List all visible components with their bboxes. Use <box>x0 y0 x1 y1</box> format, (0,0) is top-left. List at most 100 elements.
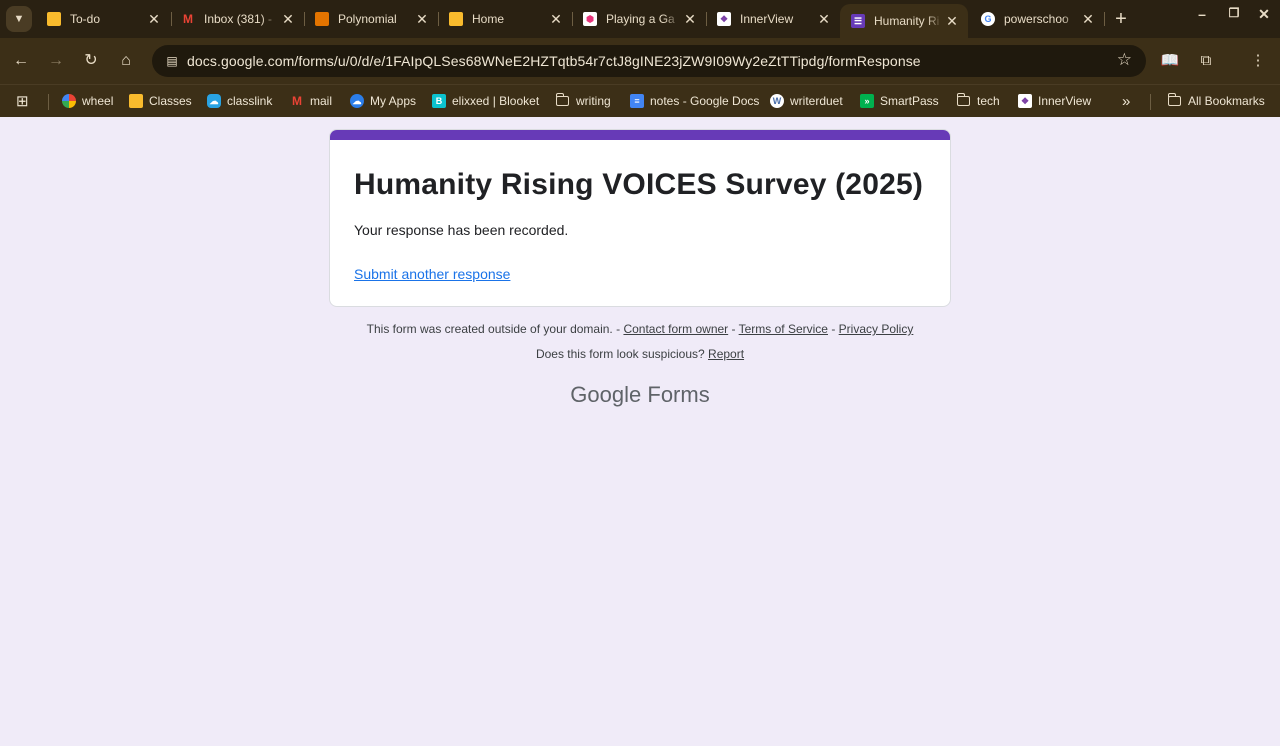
reading-mode-icon[interactable]: 📖 <box>1159 50 1181 72</box>
bookmark-wheel[interactable]: wheel <box>62 91 113 111</box>
bookmark-innerview[interactable]: ❖ InnerView <box>1018 91 1091 111</box>
bookmark-star-icon[interactable]: ☆ <box>1117 50 1132 70</box>
bookmark-blooket[interactable]: B elixxed | Blooket <box>432 91 539 111</box>
extensions-puzzle-icon[interactable]: ⧉ <box>1195 50 1217 72</box>
close-icon[interactable]: ✕ <box>278 11 298 28</box>
my-apps-icon: ☁ <box>350 94 364 108</box>
classlink-icon: ☁ <box>207 94 221 108</box>
all-bookmarks-label: All Bookmarks <box>1188 94 1265 108</box>
close-icon[interactable]: ✕ <box>814 11 834 28</box>
reload-icon[interactable]: ↻ <box>80 50 102 72</box>
created-outside-text: This form was created outside of your do… <box>366 322 613 336</box>
minimize-icon[interactable]: – <box>1190 6 1214 22</box>
form-title: Humanity Rising VOICES Survey (2025) <box>354 168 924 201</box>
bookmark-label: InnerView <box>1038 94 1092 108</box>
tab-title: To-do <box>70 12 101 26</box>
bookmark-writerduet[interactable]: W writerduet <box>770 91 843 111</box>
close-icon[interactable]: ✕ <box>942 13 962 30</box>
google-classroom-icon <box>449 12 463 26</box>
bookmark-label: writerduet <box>790 94 843 108</box>
terms-of-service-link[interactable]: Terms of Service <box>739 322 828 336</box>
site-info-icon[interactable]: ▤ <box>162 51 182 71</box>
footer-report: Does this form look suspicious? Report <box>0 347 1280 361</box>
back-arrow-icon[interactable]: ← <box>10 50 32 72</box>
browser-toolbar: ← → ↻ ⌂ ▤ docs.google.com/forms/u/0/d/e/… <box>0 38 1280 84</box>
google-forms-logo[interactable]: Google Forms <box>0 382 1280 408</box>
bookmark-label: classlink <box>227 94 273 108</box>
tab-powerschool[interactable]: G powerschoo ✕ <box>970 4 1104 34</box>
brand-forms: Forms <box>647 382 710 407</box>
contact-owner-link[interactable]: Contact form owner <box>623 322 728 336</box>
folder-icon <box>956 93 970 106</box>
window-close-icon[interactable]: ✕ <box>1252 6 1276 23</box>
menu-kebab-icon[interactable]: ⋮ <box>1247 50 1269 72</box>
privacy-policy-link[interactable]: Privacy Policy <box>839 322 914 336</box>
footer-domain-notice: This form was created outside of your do… <box>366 322 914 336</box>
bookmark-label: My Apps <box>370 94 417 108</box>
tab-separator <box>1104 12 1105 26</box>
bookmark-label: mail <box>310 94 333 108</box>
folder-icon <box>1167 93 1181 106</box>
close-icon[interactable]: ✕ <box>546 11 566 28</box>
tab-to-do[interactable]: To-do ✕ <box>36 4 170 34</box>
innerview-icon: ❖ <box>1018 94 1032 108</box>
submit-another-response-link[interactable]: Submit another response <box>354 266 510 282</box>
tab-title: powerschoo <box>1004 12 1069 26</box>
close-icon[interactable]: ✕ <box>680 11 700 28</box>
bookmark-folder-writing[interactable]: writing <box>555 91 611 111</box>
smartpass-icon: » <box>860 94 874 108</box>
google-icon: G <box>981 12 995 26</box>
tab-playing-a-game[interactable]: ⬢ Playing a Ga ✕ <box>572 4 706 34</box>
suspicious-text: Does this form look suspicious? <box>535 347 705 361</box>
close-icon[interactable]: ✕ <box>1078 11 1098 28</box>
writerduet-icon: W <box>770 94 784 108</box>
chevron-down-icon: ▼ <box>13 13 25 25</box>
bookmark-label: writing <box>576 94 611 108</box>
tab-humanity-rising[interactable]: ☰ Humanity Ri ✕ <box>840 4 968 38</box>
forward-arrow-icon[interactable]: → <box>45 50 67 72</box>
bookmark-notes[interactable]: ≡ notes - Google Docs <box>630 91 759 111</box>
tab-home[interactable]: Home ✕ <box>438 4 572 34</box>
wheel-icon <box>62 94 76 108</box>
bookmark-folder-tech[interactable]: tech <box>956 91 1000 111</box>
close-icon[interactable]: ✕ <box>412 11 432 28</box>
tab-polynomial[interactable]: Polynomial ✕ <box>304 4 438 34</box>
address-bar[interactable]: ▤ docs.google.com/forms/u/0/d/e/1FAIpQLS… <box>152 45 1146 77</box>
chevron-double-right-icon[interactable]: » <box>1122 91 1130 111</box>
close-icon[interactable]: ✕ <box>144 11 164 28</box>
slides-icon <box>315 12 329 26</box>
all-bookmarks-button[interactable]: All Bookmarks <box>1167 91 1265 111</box>
bookmark-classlink[interactable]: ☁ classlink <box>207 91 272 111</box>
bookmark-label: notes - Google Docs <box>650 94 760 108</box>
url-text[interactable]: docs.google.com/forms/u/0/d/e/1FAIpQLSes… <box>187 53 921 69</box>
card-accent-bar <box>330 130 950 140</box>
tab-strip: ▼ To-do ✕ M Inbox (381) - ✕ Polynomial ✕… <box>0 0 1280 38</box>
bookmark-classes[interactable]: Classes <box>129 91 192 111</box>
google-forms-icon: ☰ <box>851 14 865 28</box>
bookmark-label: SmartPass <box>880 94 939 108</box>
folder-icon <box>555 93 569 106</box>
tab-title: InnerView <box>740 12 794 26</box>
apps-grid-icon[interactable]: ⊞ <box>16 91 29 111</box>
home-icon[interactable]: ⌂ <box>115 50 137 72</box>
bookmark-my-apps[interactable]: ☁ My Apps <box>350 91 416 111</box>
tab-title: Inbox (381) - <box>204 12 273 26</box>
tab-search-button[interactable]: ▼ <box>6 6 32 32</box>
bookmark-smartpass[interactable]: » SmartPass <box>860 91 939 111</box>
tab-title: Home <box>472 12 505 26</box>
tab-innerview[interactable]: ❖ InnerView ✕ <box>706 4 840 34</box>
tab-title: Polynomial <box>338 12 397 26</box>
new-tab-plus-icon[interactable]: + <box>1110 8 1132 30</box>
tab-inbox[interactable]: M Inbox (381) - ✕ <box>170 4 304 34</box>
confirmation-message: Your response has been recorded. <box>354 222 569 238</box>
bookmark-label: tech <box>977 94 1000 108</box>
blooket-icon: ⬢ <box>583 12 597 26</box>
brand-google: Google <box>570 382 642 407</box>
bookmark-mail[interactable]: M mail <box>290 91 332 111</box>
browser-chrome: ▼ To-do ✕ M Inbox (381) - ✕ Polynomial ✕… <box>0 0 1280 117</box>
gmail-icon: M <box>183 12 193 26</box>
report-link[interactable]: Report <box>708 347 744 361</box>
gmail-icon: M <box>292 94 302 108</box>
restore-icon[interactable]: ❐ <box>1222 6 1246 20</box>
bookmark-label: elixxed | Blooket <box>452 94 540 108</box>
